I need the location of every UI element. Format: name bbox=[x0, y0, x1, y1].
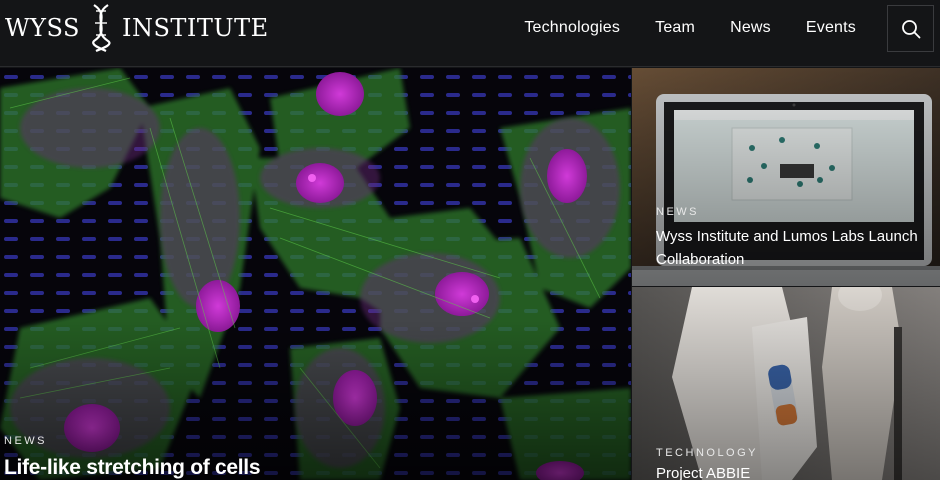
logo-word-left: WYSS bbox=[5, 14, 80, 42]
hero-title[interactable]: Life-like stretching of cells bbox=[4, 456, 261, 480]
nav-technologies[interactable]: Technologies bbox=[524, 19, 620, 37]
card-bottom-title[interactable]: Project ABBIE bbox=[656, 465, 750, 480]
nav-team[interactable]: Team bbox=[655, 19, 695, 37]
technology-card-abbie[interactable]: TECHNOLOGY Project ABBIE bbox=[632, 287, 940, 480]
news-card-lumos-labs[interactable]: NEWS Wyss Institute and Lumos Labs Launc… bbox=[632, 68, 940, 286]
hero-feature-card[interactable]: NEWS Life-like stretching of cells bbox=[0, 68, 631, 480]
card-top-eyebrow: NEWS bbox=[656, 206, 699, 218]
wyss-institute-logo[interactable]: WYSS INSTITUTE bbox=[5, 3, 269, 53]
nav-events[interactable]: Events bbox=[806, 19, 856, 37]
search-button[interactable] bbox=[887, 5, 934, 52]
dna-helix-icon bbox=[92, 4, 111, 53]
main-nav: Technologies Team News Events bbox=[524, 0, 856, 55]
nav-news[interactable]: News bbox=[730, 19, 771, 37]
card-top-title[interactable]: Wyss Institute and Lumos Labs Launch Col… bbox=[656, 225, 940, 271]
site-header: WYSS INSTITUTE Technologies Team News Ev… bbox=[0, 0, 940, 67]
hero-eyebrow: NEWS bbox=[4, 435, 47, 447]
search-icon bbox=[901, 19, 920, 38]
logo-word-right: INSTITUTE bbox=[121, 14, 269, 42]
card-bottom-eyebrow: TECHNOLOGY bbox=[656, 447, 759, 459]
